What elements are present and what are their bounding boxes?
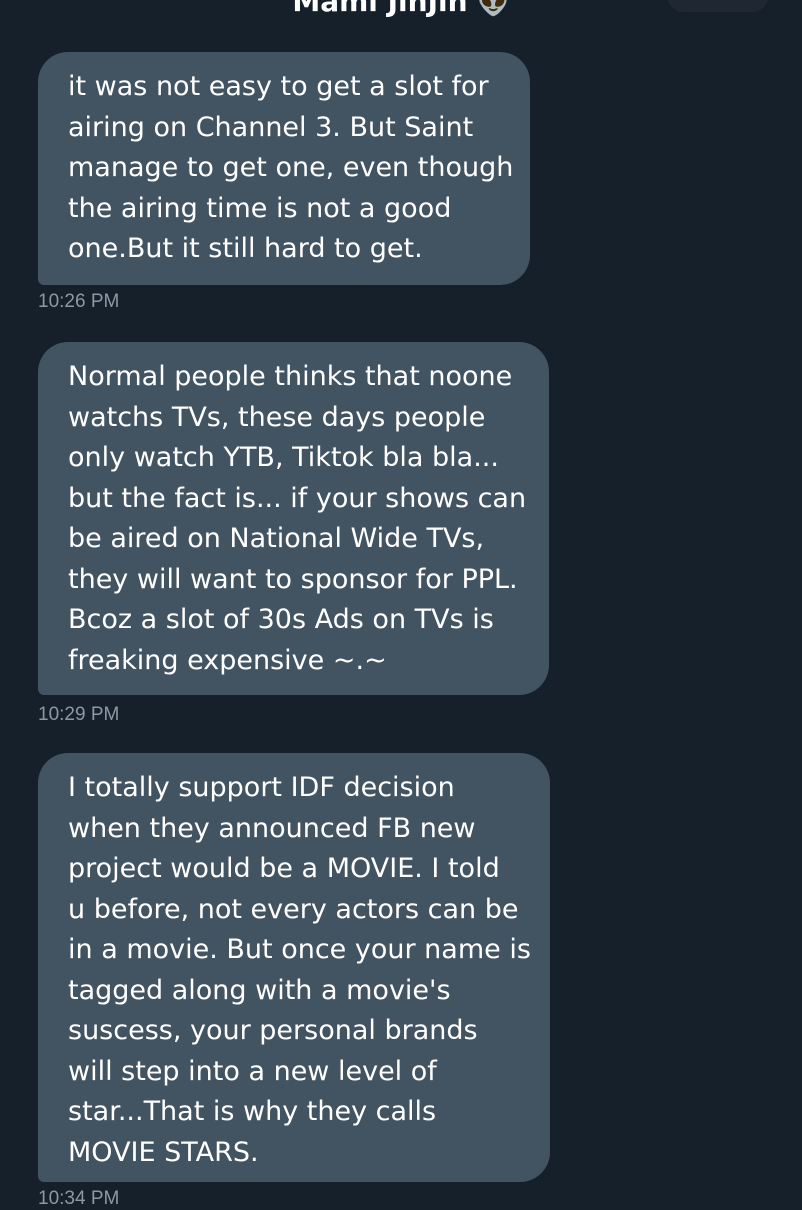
message-line: it was not easy to get a slot for [68,71,489,102]
message-line: they will want to sponsor for PPL. [68,563,518,595]
message-line: I totally support IDF decision [68,772,455,803]
contact-name-text: Mami JinJin [292,0,468,18]
header-action-button[interactable] [668,0,768,12]
message-line: be aired on National Wide TVs, [68,523,485,554]
message-line: the airing time is not a good [68,192,452,224]
message-line: airing on Channel 3. But Saint [68,111,474,143]
message-line: watchs TVs, these days people [68,401,486,433]
message-timestamp: 10:34 PM [38,1188,120,1209]
message-line: suscess, your personal brands [68,1015,478,1046]
message-bubble[interactable]: it was not easy to get a slot for airing… [38,52,530,285]
message-line: project would be a MOVIE. I told [68,853,500,884]
message-line: MOVIE STARS. [68,1136,259,1168]
message-bubble[interactable]: I totally support IDF decision when they… [38,753,550,1182]
message-line: manage to get one, even though [68,152,514,183]
message-line: tagged along with a movie's [68,974,451,1006]
message-line: Normal people thinks that noone [68,361,513,392]
message-line: will step into a new level of [68,1055,437,1087]
message-line: when they announced FB new [68,812,476,844]
alien-emoji-icon: 👽 [477,0,510,18]
message-timestamp: 10:29 PM [38,704,120,725]
message-bubble[interactable]: Normal people thinks that noone watchs T… [38,342,549,695]
message-line: only watch YTB, Tiktok bla bla... [68,442,499,473]
message-line: freaking expensive ~.~ [68,644,387,676]
message-line: u before, not every actors can be [68,893,519,925]
conversation-header: Mami JinJin 👽 [0,0,802,20]
message-line: one.But it still hard to get. [68,233,423,264]
message-line: star...That is why they calls [68,1096,437,1127]
message-timestamp: 10:26 PM [38,291,120,312]
message-line: but the fact is... if your shows can [68,482,527,514]
message-line: in a movie. But once your name is [68,934,531,965]
message-line: Bcoz a slot of 30s Ads on TVs is [68,604,494,635]
